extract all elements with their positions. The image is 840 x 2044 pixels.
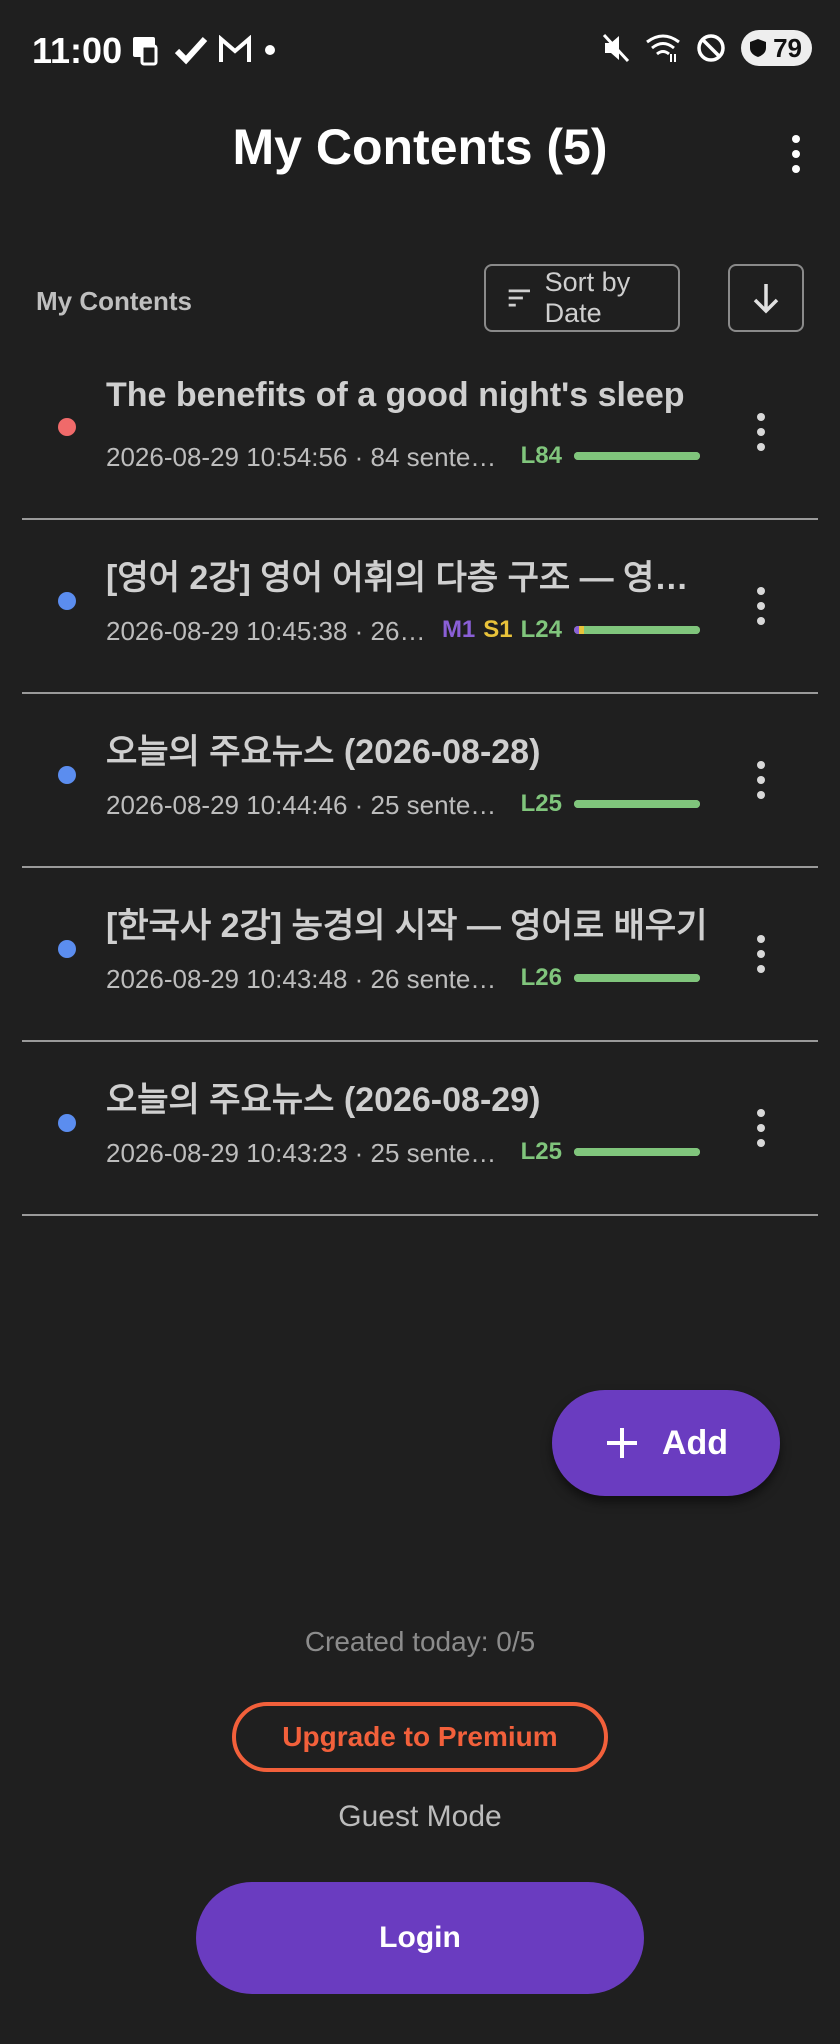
progress-segment xyxy=(574,452,700,460)
status-dot xyxy=(58,418,76,436)
more-vert-icon-dot xyxy=(757,602,765,610)
plus-icon xyxy=(606,1428,637,1458)
more-vert-icon-dot xyxy=(757,428,765,436)
more-vert-icon-dot xyxy=(792,165,800,173)
more-vert-icon xyxy=(792,135,800,143)
phone-link-icon xyxy=(130,34,164,66)
block-icon xyxy=(695,32,727,64)
level-tags: M1 S1 L24 xyxy=(442,616,562,644)
item-meta: 2026-08-29 10:54:56 · 84 sentences xyxy=(106,442,507,472)
list-item[interactable]: 오늘의 주요뉴스 (2026-08-28) 2026-08-29 10:44:4… xyxy=(22,694,818,868)
status-dot xyxy=(58,592,76,610)
item-meta: 2026-08-29 10:43:23 · 25 sentences xyxy=(106,1138,507,1168)
arrow-down-icon xyxy=(753,284,779,314)
level-tag: L25 xyxy=(520,790,562,817)
more-vert-icon-dot xyxy=(792,150,800,158)
guest-mode-text: Guest Mode xyxy=(338,1800,502,1833)
more-vert-icon-dot xyxy=(757,791,765,799)
created-today-text: Created today: 0/5 xyxy=(304,1626,536,1657)
page-title: My Contents (5) xyxy=(232,119,608,175)
level-tags: L84 xyxy=(521,442,562,470)
level-tag: S1 xyxy=(483,616,513,643)
progress-segment xyxy=(574,800,700,808)
level-tags: L25 xyxy=(521,1138,562,1166)
more-vert-icon-dot xyxy=(757,1124,765,1132)
item-meta: 2026-08-29 10:44:46 · 25 sentences xyxy=(106,790,507,820)
item-more-button[interactable] xyxy=(746,926,776,982)
level-tag: L26 xyxy=(520,964,562,991)
progress-bar xyxy=(574,1148,700,1156)
list-item[interactable]: The benefits of a good night's sleep 202… xyxy=(22,346,818,520)
level-tags: L25 xyxy=(521,790,562,818)
item-more-button[interactable] xyxy=(746,752,776,808)
status-dot xyxy=(58,1114,76,1132)
progress-segment xyxy=(574,1148,700,1156)
list-item[interactable]: 오늘의 주요뉴스 (2026-08-29) 2026-08-29 10:43:2… xyxy=(22,1042,818,1216)
more-vert-icon-dot xyxy=(757,776,765,784)
section-label: My Contents xyxy=(36,286,192,316)
more-vert-icon xyxy=(757,761,765,769)
level-tag: L84 xyxy=(520,442,562,469)
check-icon xyxy=(174,35,208,65)
level-tag: M1 xyxy=(441,616,476,643)
progress-segment xyxy=(574,974,700,982)
status-time: 11:00 xyxy=(32,30,123,71)
progress-bar xyxy=(574,974,700,982)
more-vert-icon-dot xyxy=(757,965,765,973)
more-vert-icon xyxy=(757,935,765,943)
more-vert-icon xyxy=(757,1109,765,1117)
more-vert-icon-dot xyxy=(757,443,765,451)
mute-icon xyxy=(601,32,631,64)
item-more-button[interactable] xyxy=(746,404,776,460)
status-bar: 11:00 79 xyxy=(0,0,840,104)
item-meta: 2026-08-29 10:43:48 · 26 sentences xyxy=(106,964,507,994)
level-tag: L24 xyxy=(520,616,562,643)
item-more-button[interactable] xyxy=(746,1100,776,1156)
status-right-icons: 79 xyxy=(601,30,812,66)
item-title: [한국사 2강] 농경의 시작 — 영어로 배우기 xyxy=(106,907,708,945)
login-button[interactable]: Login xyxy=(196,1882,644,1994)
sort-label: Sort by Date xyxy=(544,267,631,328)
status-dot xyxy=(58,940,76,958)
more-vert-icon xyxy=(757,587,765,595)
progress-segment xyxy=(584,626,700,634)
battery-level: 79 xyxy=(773,32,802,63)
level-tag: L25 xyxy=(520,1138,562,1165)
wifi-icon xyxy=(645,32,681,64)
item-title: The benefits of a good night's sleep xyxy=(106,376,685,414)
battery-icon: 79 xyxy=(741,30,812,66)
list-item[interactable]: [영어 2강] 영어 어휘의 다층 구조 — 영어로 배우기 2026-08-2… xyxy=(22,520,818,694)
more-vert-icon-dot xyxy=(757,1139,765,1147)
overflow-menu-button[interactable] xyxy=(776,126,816,182)
status-left-icons xyxy=(130,34,278,66)
sort-icon xyxy=(508,289,530,307)
status-dot xyxy=(58,766,76,784)
add-button[interactable]: Add xyxy=(552,1390,780,1496)
list-item[interactable]: [한국사 2강] 농경의 시작 — 영어로 배우기 2026-08-29 10:… xyxy=(22,868,818,1042)
item-more-button[interactable] xyxy=(746,578,776,634)
gmail-icon xyxy=(218,35,252,65)
progress-bar xyxy=(574,452,700,460)
item-title: 오늘의 주요뉴스 (2026-08-28) xyxy=(106,733,541,771)
content-list: The benefits of a good night's sleep 202… xyxy=(22,346,818,1216)
item-meta: 2026-08-29 10:45:38 · 26 sentences xyxy=(106,616,428,646)
upgrade-premium-button[interactable]: Upgrade to Premium xyxy=(232,1702,608,1772)
sort-button[interactable]: Sort by Date xyxy=(484,264,680,332)
more-vert-icon xyxy=(757,413,765,421)
dot-icon xyxy=(262,35,278,65)
more-vert-icon-dot xyxy=(757,950,765,958)
level-tags: L26 xyxy=(521,964,562,992)
sort-direction-button[interactable] xyxy=(728,264,804,332)
item-title: [영어 2강] 영어 어휘의 다층 구조 — 영어로 배우기 xyxy=(106,559,716,597)
more-vert-icon-dot xyxy=(757,617,765,625)
add-label: Add xyxy=(661,1423,729,1462)
progress-bar xyxy=(574,800,700,808)
progress-bar xyxy=(574,626,700,634)
item-title: 오늘의 주요뉴스 (2026-08-29) xyxy=(106,1081,541,1119)
section-header: My Contents Sort by Date xyxy=(0,264,840,334)
